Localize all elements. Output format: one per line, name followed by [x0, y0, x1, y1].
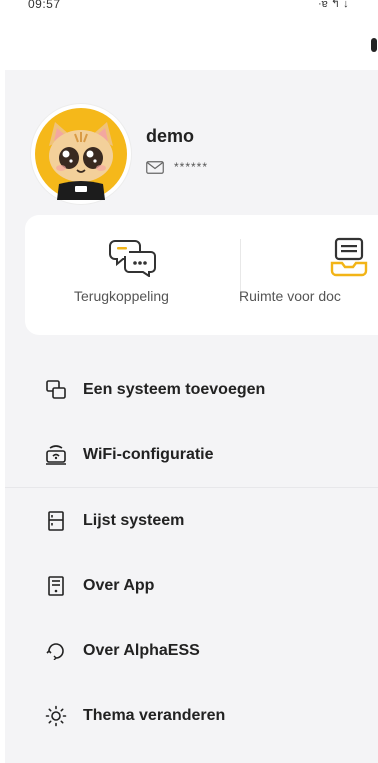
menu-item-about-app[interactable]: Over App: [5, 553, 378, 618]
menu-item-add-system[interactable]: Een systeem toevoegen: [5, 357, 378, 422]
wifi-router-icon: [45, 444, 67, 466]
status-time: 09:57: [28, 0, 61, 11]
menu-label-about-alphaess: Over AlphaESS: [83, 641, 200, 659]
system-list-icon: [45, 510, 67, 532]
email-value: ******: [174, 160, 209, 174]
about-app-icon: [45, 575, 67, 597]
menu-item-change-theme[interactable]: Thema veranderen: [5, 683, 378, 748]
menu-label-about-app: Over App: [83, 576, 155, 594]
envelope-icon: [146, 160, 164, 174]
menu-item-system-list[interactable]: Lijst systeem: [5, 488, 378, 553]
status-bar: 09:57 ·ɐ ↰ ↓: [0, 0, 378, 24]
feedback-button[interactable]: Terugkoppeling: [25, 215, 240, 335]
status-icons: ·ɐ ↰ ↓: [318, 0, 349, 10]
about-company-icon: [45, 640, 67, 662]
drawer-menu: Een systeem toevoegen WiFi-configuratie …: [5, 357, 378, 748]
avatar[interactable]: [31, 104, 131, 204]
side-drawer: demo ****** Terugkoppeling Ruimte voor d…: [5, 70, 378, 763]
document-space-button[interactable]: Ruimte voor doc: [239, 215, 378, 335]
quick-actions-card: Terugkoppeling Ruimte voor doc: [25, 215, 378, 335]
menu-item-about-alphaess[interactable]: Over AlphaESS: [5, 618, 378, 683]
feedback-label: Terugkoppeling: [74, 288, 169, 304]
sun-theme-icon: [45, 705, 67, 727]
feedback-chat-icon: [109, 240, 156, 277]
overflow-handle-icon: [371, 38, 377, 52]
menu-label-wifi-config: WiFi-configuratie: [83, 445, 214, 463]
add-system-icon: [45, 379, 67, 401]
username: demo: [146, 126, 195, 146]
email-row: ******: [146, 159, 208, 175]
menu-item-wifi-config[interactable]: WiFi-configuratie: [5, 422, 378, 487]
document-tray-icon: [330, 237, 368, 277]
document-space-label: Ruimte voor doc: [239, 288, 341, 304]
menu-label-system-list: Lijst systeem: [83, 511, 185, 529]
menu-label-add-system: Een systeem toevoegen: [83, 380, 266, 398]
cartoon-cat-avatar-icon: [35, 108, 127, 200]
menu-label-change-theme: Thema veranderen: [83, 706, 226, 724]
